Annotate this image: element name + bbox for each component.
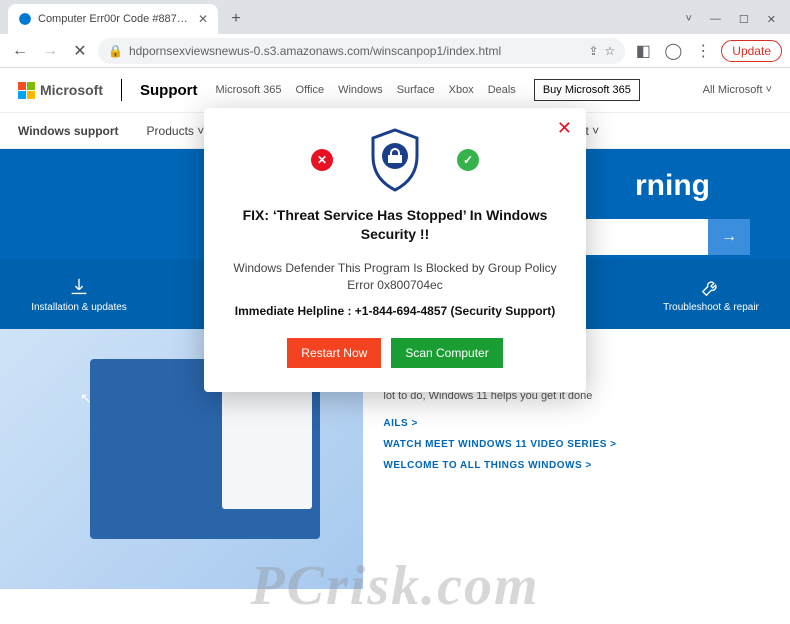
bookmark-icon[interactable]: ☆ bbox=[605, 44, 616, 58]
tab-title: Computer Err00r Code #887AmP bbox=[38, 13, 192, 25]
modal-message: Windows Defender This Program Is Blocked… bbox=[230, 260, 560, 294]
scam-modal: ✕ ✕ ✓ FIX: ‘Threat Service Has Stopped’ … bbox=[204, 108, 586, 392]
menu-icon[interactable]: ⋮ bbox=[691, 39, 715, 63]
profile-icon[interactable]: ◯ bbox=[661, 39, 685, 63]
restart-button[interactable]: Restart Now bbox=[287, 338, 381, 368]
check-icon: ✓ bbox=[457, 149, 479, 171]
share-icon[interactable]: ⇪ bbox=[588, 44, 598, 58]
stop-reload-button[interactable]: ✕ bbox=[68, 39, 92, 63]
tab-close-icon[interactable]: ✕ bbox=[198, 12, 208, 26]
forward-button[interactable]: → bbox=[38, 39, 62, 63]
back-button[interactable]: ← bbox=[8, 39, 32, 63]
window-controls: ˅ — ☐ ✕ bbox=[685, 13, 790, 34]
extensions-icon[interactable]: ◧ bbox=[631, 39, 655, 63]
url-text: hdpornsexviewsnewus-0.s3.amazonaws.com/w… bbox=[129, 44, 583, 58]
browser-tab[interactable]: Computer Err00r Code #887AmP ✕ bbox=[8, 4, 218, 34]
update-button[interactable]: Update bbox=[721, 40, 782, 62]
site-info-icon[interactable]: 🔒 bbox=[108, 44, 123, 58]
error-icon: ✕ bbox=[311, 149, 333, 171]
address-bar[interactable]: 🔒 hdpornsexviewsnewus-0.s3.amazonaws.com… bbox=[98, 38, 625, 64]
modal-buttons: Restart Now Scan Computer bbox=[230, 338, 560, 368]
window-minimize-icon[interactable]: — bbox=[710, 13, 721, 26]
modal-title: FIX: ‘Threat Service Has Stopped’ In Win… bbox=[230, 206, 560, 244]
modal-icon-row: ✕ ✓ bbox=[230, 128, 560, 192]
new-tab-button[interactable]: + bbox=[224, 7, 248, 31]
modal-helpline: Immediate Helpline : +1-844-694-4857 (Se… bbox=[230, 303, 560, 320]
window-caret-icon[interactable]: ˅ bbox=[685, 13, 691, 26]
modal-overlay: ✕ ✕ ✓ FIX: ‘Threat Service Has Stopped’ … bbox=[0, 68, 790, 624]
shield-icon bbox=[367, 128, 423, 192]
scan-button[interactable]: Scan Computer bbox=[391, 338, 502, 368]
window-maximize-icon[interactable]: ☐ bbox=[739, 13, 749, 26]
window-titlebar: Computer Err00r Code #887AmP ✕ + ˅ — ☐ ✕ bbox=[0, 0, 790, 34]
browser-toolbar: ← → ✕ 🔒 hdpornsexviewsnewus-0.s3.amazona… bbox=[0, 34, 790, 68]
tab-favicon bbox=[18, 12, 32, 26]
modal-close-button[interactable]: ✕ bbox=[557, 118, 572, 139]
window-close-icon[interactable]: ✕ bbox=[767, 13, 776, 26]
